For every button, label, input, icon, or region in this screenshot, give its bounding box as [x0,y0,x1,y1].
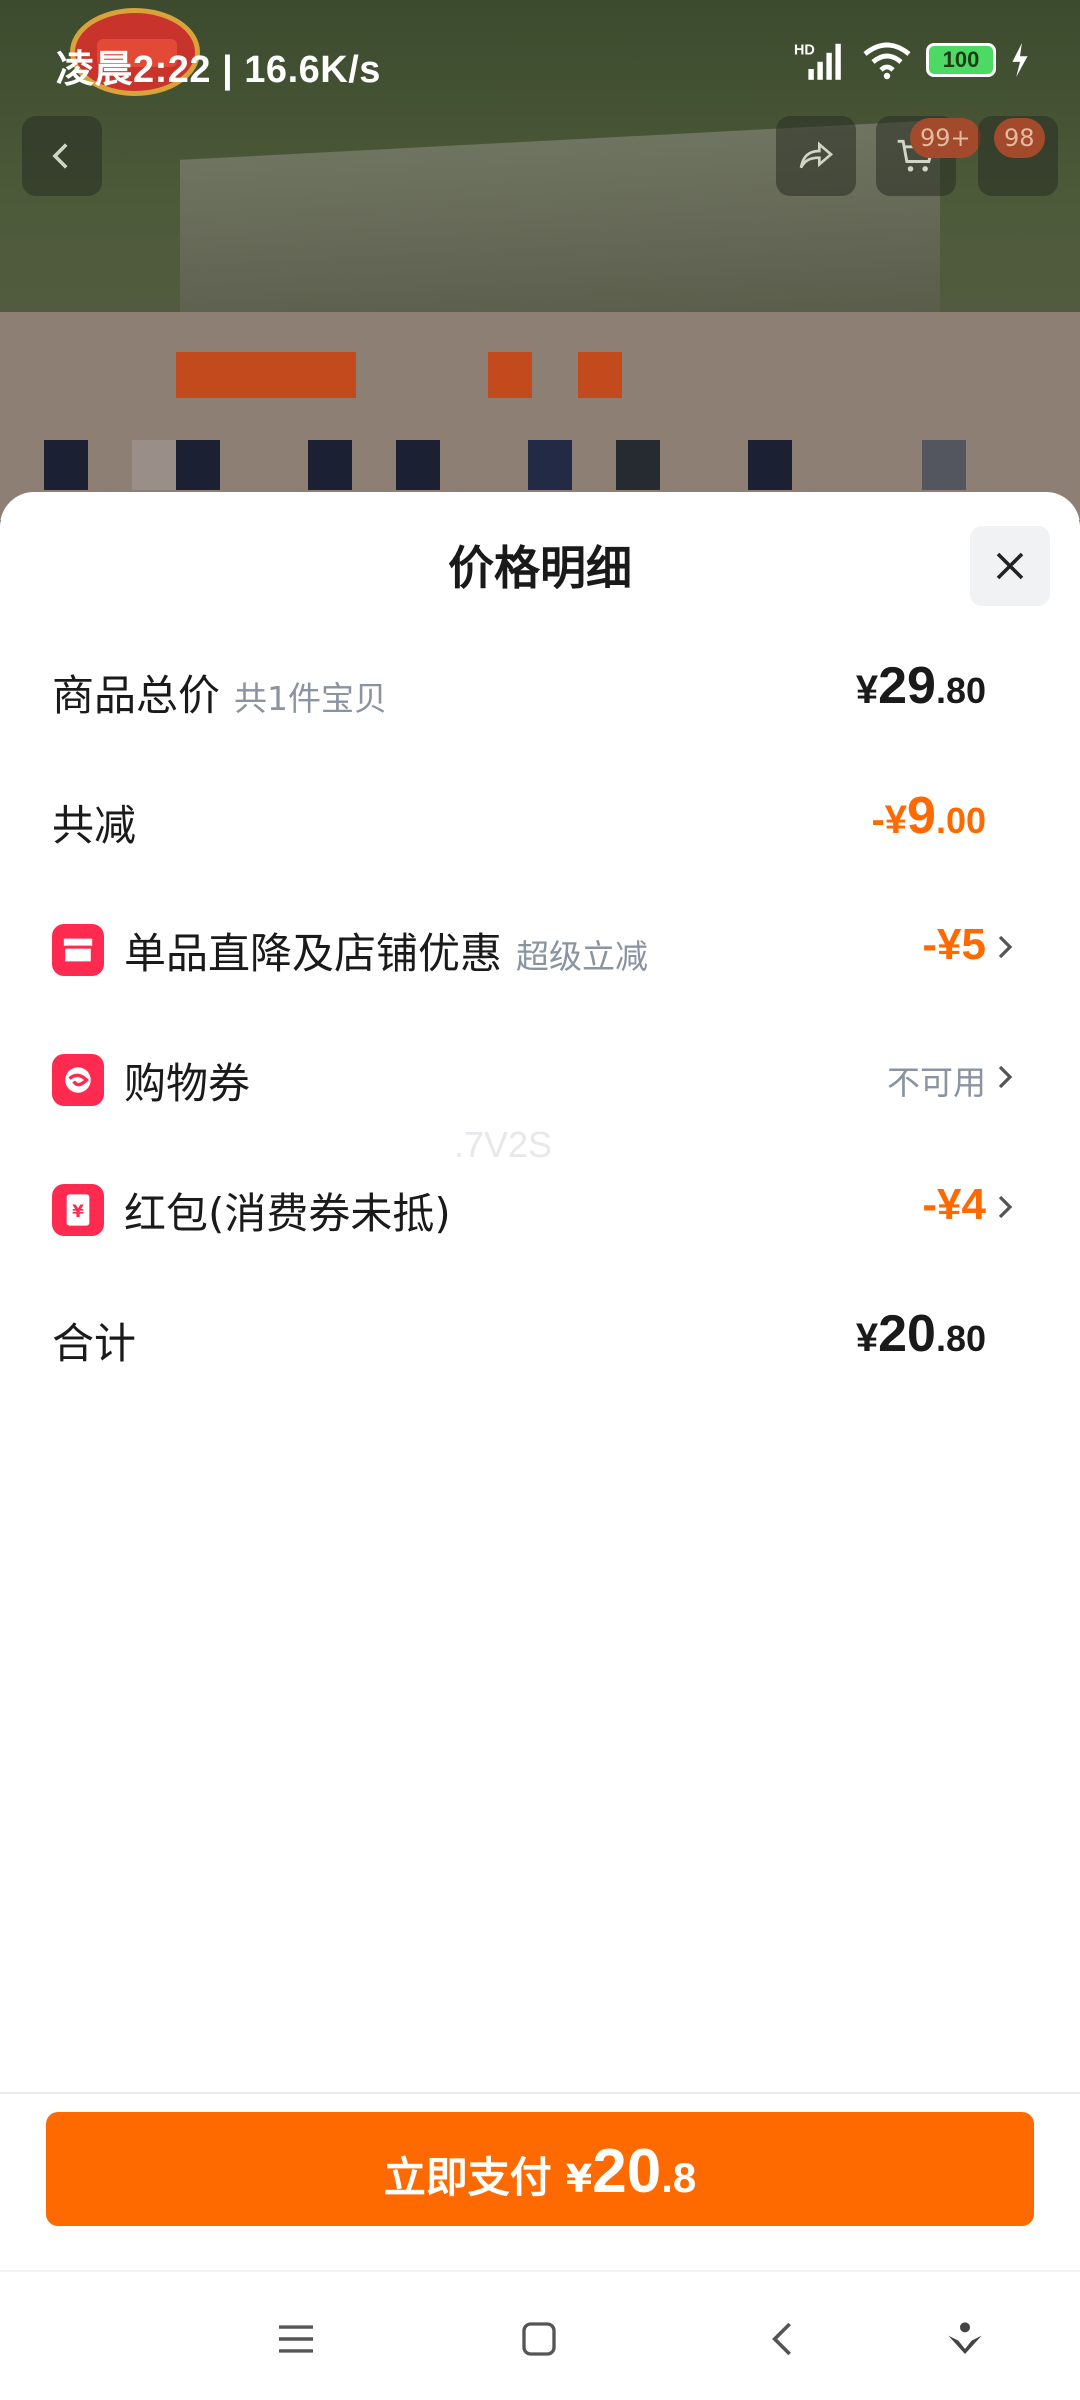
share-button[interactable] [776,116,856,196]
row-label: 商品总价 [52,671,221,720]
row-grand-total: 合计 ¥20.80 [0,1292,1080,1382]
pay-button-label: 立即支付 [383,2153,552,2202]
assistant-icon[interactable] [940,2314,990,2364]
divider [0,2092,1080,2094]
back-button[interactable] [22,116,102,196]
red-packet-icon: ¥ [52,1184,104,1236]
row-total-goods: 商品总价 共1件宝贝 ¥29.80 [0,644,1080,734]
charging-icon [1012,43,1028,77]
menu-icon[interactable] [271,2314,321,2364]
home-icon[interactable] [514,2314,564,2364]
price-integer: 20 [878,1305,936,1363]
count-badge: 98 [994,118,1045,158]
price-decimal: .80 [935,670,986,711]
chevron-right-icon [998,935,1013,959]
coupon-icon [52,1054,104,1106]
coupon-status-value: 不可用 [887,1063,986,1102]
row-total-discount: 共减 -¥9.00 [0,774,1080,864]
currency-symbol: ¥ [855,1316,879,1360]
pay-currency-symbol: ¥ [565,2157,593,2201]
row-label: 单品直降及店铺优惠 [124,929,503,978]
system-navigation-bar [0,2270,1080,2400]
wifi-icon [863,42,911,80]
row-red-packet[interactable]: ¥ 红包(消费券未抵) -¥4 [0,1162,1080,1252]
row-label: 合计 [52,1319,137,1368]
row-label: 红包(消费券未抵) [124,1189,451,1238]
background-mosaic [0,440,1080,490]
red-packet-value: -¥4 [922,1180,986,1229]
background-tag [578,352,622,398]
cart-badge: 99+ [910,118,981,158]
minus-currency: -¥ [871,798,908,842]
row-label: 购物券 [124,1059,251,1108]
price-decimal: .80 [935,1318,986,1359]
battery-icon: 100 [926,43,996,77]
svg-text:HD: HD [794,43,815,59]
chevron-right-icon [998,1065,1013,1089]
price-decimal: .00 [935,800,986,841]
watermark-text: .7V2S [454,1124,553,1165]
status-time-speed: 凌晨2:22 | 16.6K/s [56,49,381,91]
row-store-discount[interactable]: 单品直降及店铺优惠 超级立减 -¥5 [0,902,1080,992]
pay-amount-decimal: .8 [661,2154,697,2201]
background-tag [176,352,356,398]
status-icons: HD 100 [794,40,1030,80]
svg-text:¥: ¥ [72,1202,84,1222]
discount-total-value: -¥9.00 [871,786,986,846]
signal-icon: HD [794,43,841,80]
row-sub-label: 共1件宝贝 [234,679,388,718]
pay-amount-integer: 20 [592,2137,662,2206]
status-bar: 凌晨2:22 | 16.6K/s HD 100 [0,0,1080,96]
close-icon [996,552,1024,580]
currency-symbol: ¥ [855,668,879,712]
goods-total-value: ¥29.80 [856,656,986,716]
row-label: 共减 [52,801,137,850]
sheet-title: 价格明细 [448,541,632,595]
store-discount-value: -¥5 [922,920,986,969]
grand-total-value: ¥20.80 [856,1304,986,1364]
chevron-right-icon [998,1195,1013,1219]
row-sub-label: 超级立减 [516,937,649,976]
background-tag [488,352,532,398]
price-integer: 9 [907,787,936,845]
back-icon[interactable] [758,2314,808,2364]
row-shopping-coupon[interactable]: 购物券 不可用 [0,1032,1080,1122]
close-button[interactable] [970,526,1050,606]
price-integer: 29 [878,657,936,715]
store-icon [52,924,104,976]
pay-now-button[interactable]: 立即支付 ¥ 20 .8 [46,2112,1034,2226]
